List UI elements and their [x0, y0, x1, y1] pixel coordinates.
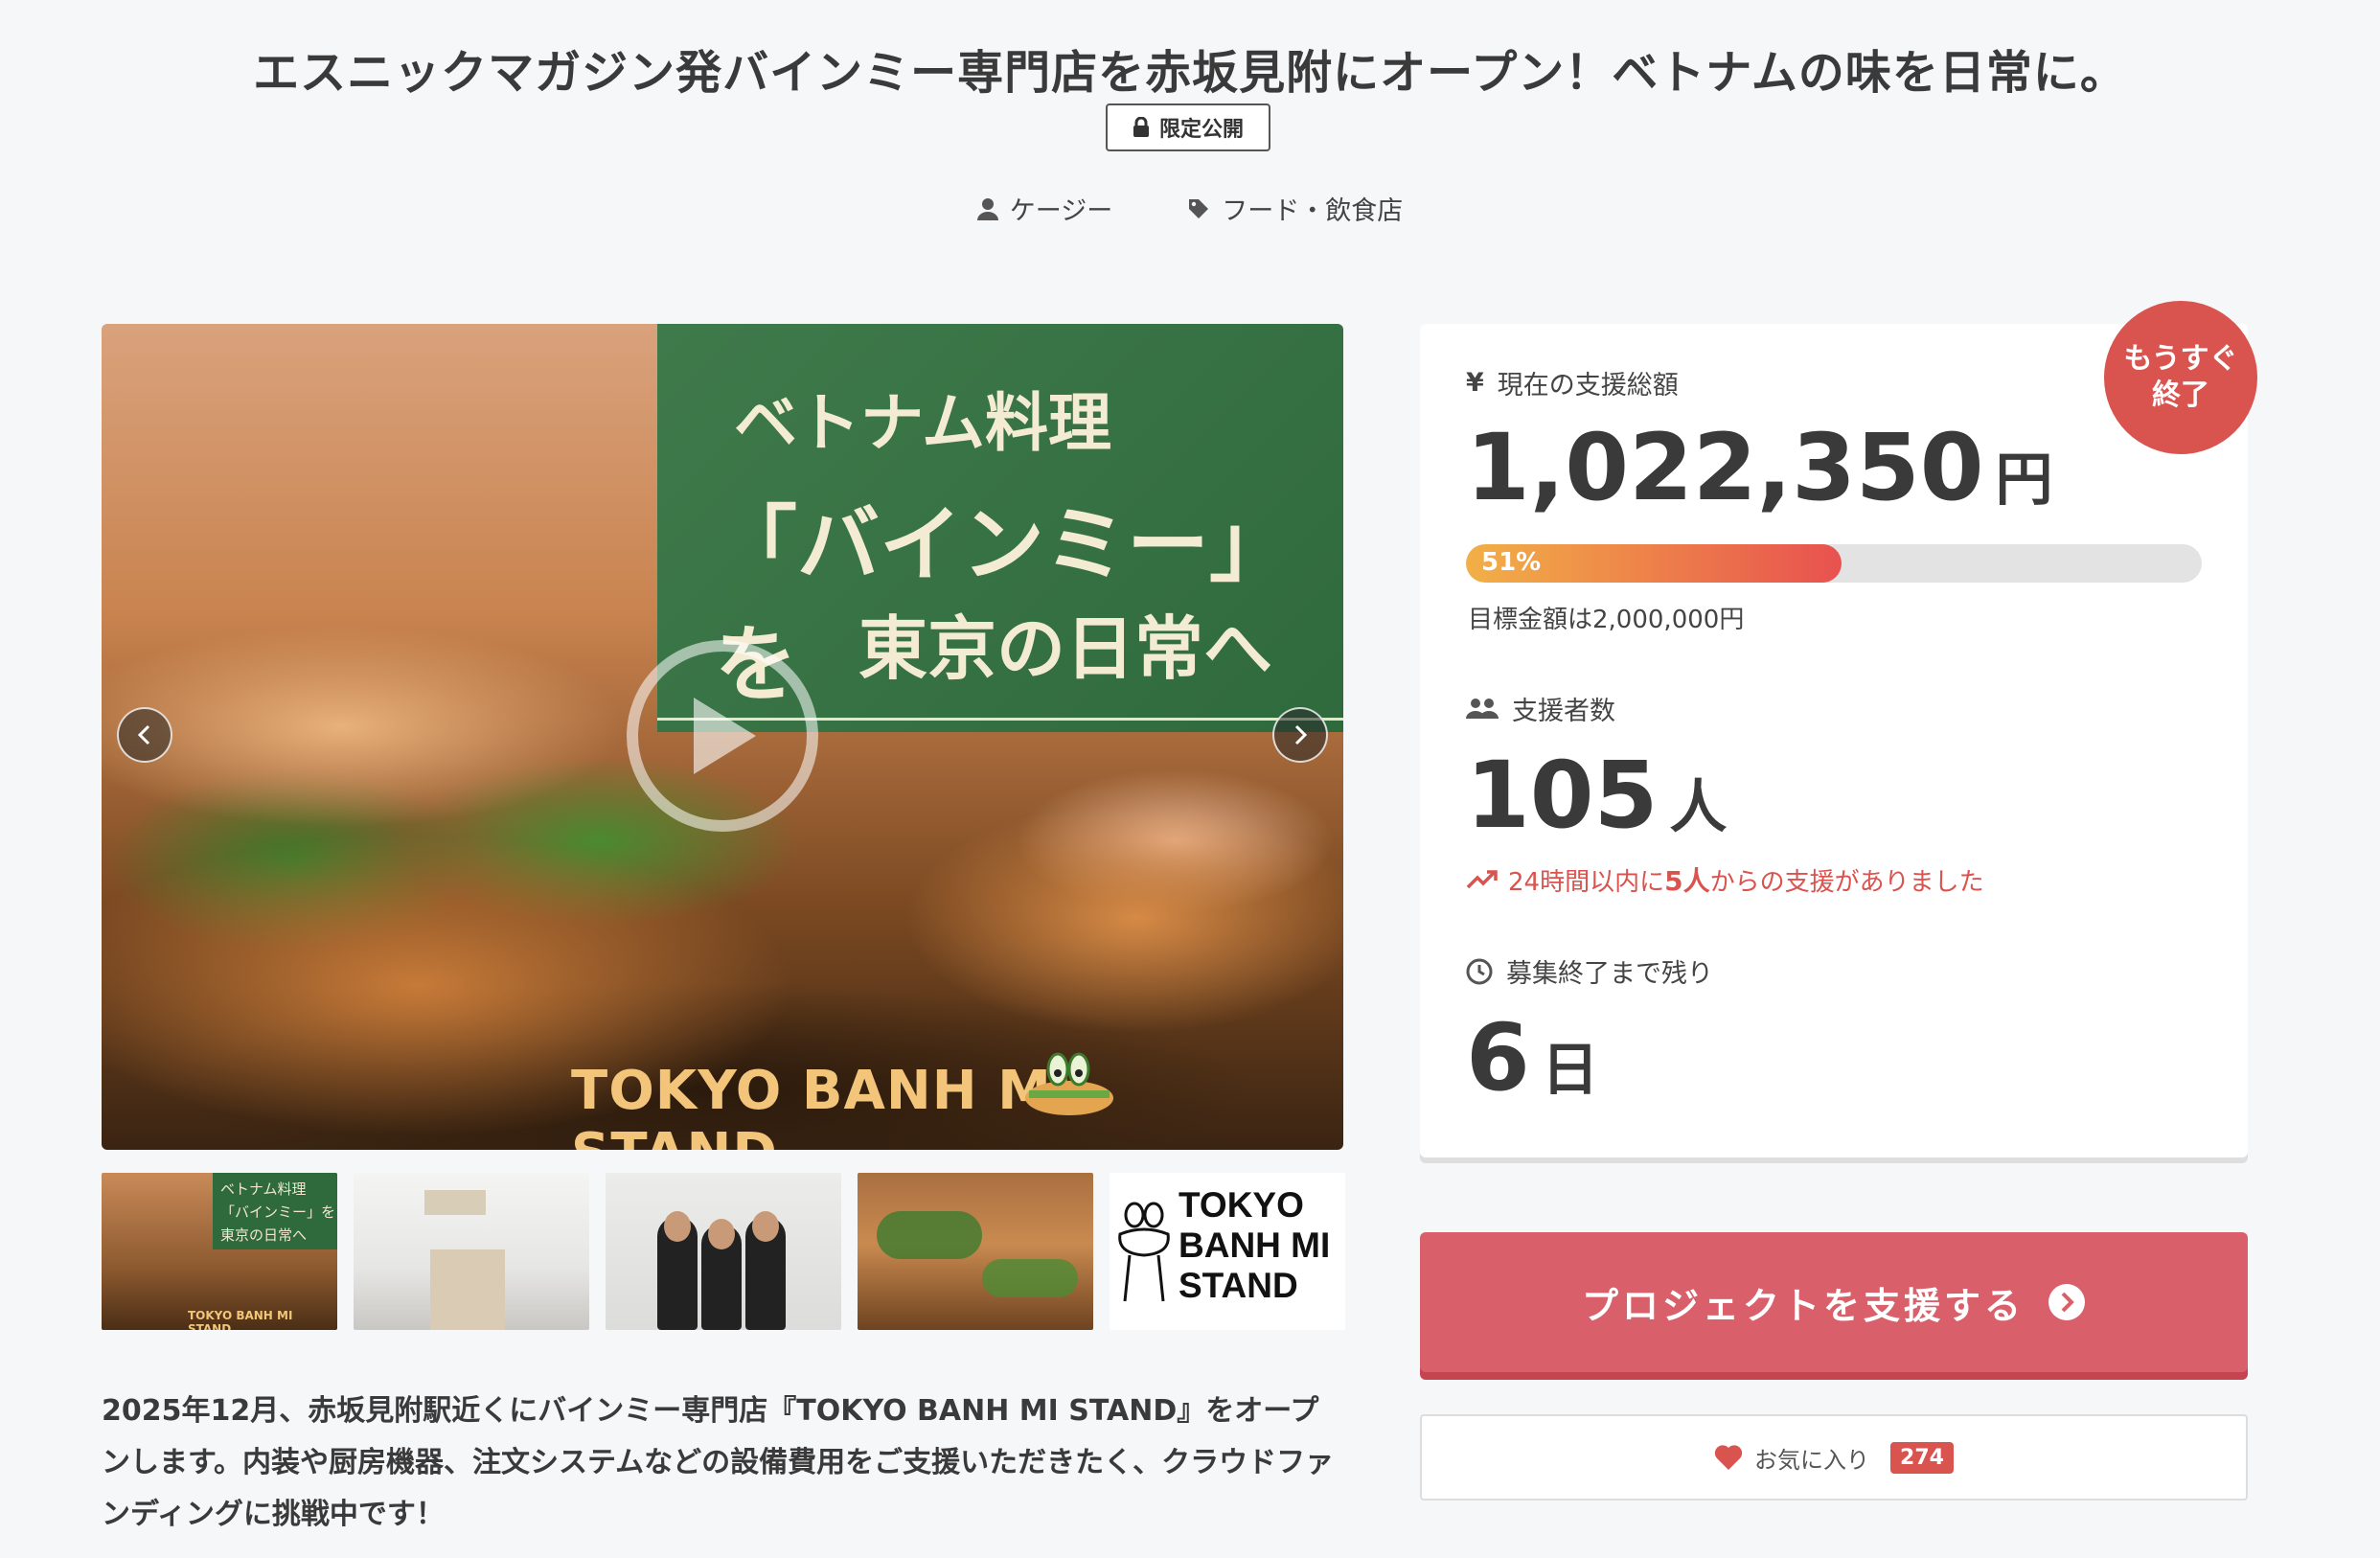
funding-progress-bar: 51% — [1466, 544, 2202, 583]
category-link[interactable]: フード・飲食店 — [1187, 190, 1403, 227]
logo-word-2: BANH MI — [1179, 1226, 1331, 1265]
remaining-days: 6 — [1466, 1004, 1530, 1111]
visual-headline-1: ベトナム料理 — [734, 385, 1112, 460]
thumbnail-3[interactable] — [606, 1173, 841, 1330]
visual-headline-3: 東京の日常へ — [858, 607, 1273, 689]
ending-soon-badge: もうすぐ 終了 — [2104, 301, 2257, 454]
chevron-left-icon — [137, 724, 150, 745]
play-icon — [694, 698, 756, 774]
mascot-outline-icon — [1118, 1202, 1170, 1302]
clock-icon — [1466, 958, 1493, 984]
thumb-headline-2: 「バインミー」を — [220, 1203, 336, 1221]
page-title: エスニックマガジン発バインミー専門店を赤坂見附にオープン！ベトナムの味を日常に。 — [253, 46, 2127, 100]
visual-brand: TOKYO BANH MI STAND — [571, 1060, 1343, 1150]
remaining-days-value: 6日 — [1466, 1004, 1599, 1111]
trend-prefix: 24時間以内に — [1508, 868, 1665, 897]
thumbnail-1[interactable]: ベトナム料理 「バインミー」を 東京の日常へ TOKYO BANH MI STA… — [102, 1173, 337, 1330]
total-amount-label: ¥ 現在の支援総額 — [1466, 364, 1679, 401]
thumbnail-4[interactable] — [858, 1173, 1093, 1330]
trend-count: 5人 — [1664, 865, 1710, 897]
play-video-button[interactable] — [627, 640, 818, 832]
remaining-label-text: 募集終了まで残り — [1506, 959, 1713, 989]
backers-value: 105 人 — [1466, 742, 1727, 849]
backers-label: 支援者数 — [1466, 690, 1615, 727]
users-icon — [1466, 698, 1499, 719]
thumb-brand: TOKYO BANH MI STAND — [188, 1309, 293, 1330]
limited-publication-badge: 限定公開 — [1106, 103, 1270, 151]
remaining-label: 募集終了まで残り — [1466, 952, 1713, 990]
main-visual[interactable]: ベトナム料理 「バインミー」を 東京の日常へ TOKYO BANH MI STA… — [102, 324, 1343, 1150]
goal-amount: 目標金額は2,000,000円 — [1468, 606, 1745, 634]
backers-count: 105 — [1466, 742, 1659, 849]
trending-up-icon — [1466, 870, 1498, 889]
previous-slide-button[interactable] — [117, 707, 172, 763]
visual-brand-name: TOKYO BANH MI — [571, 1060, 1073, 1122]
banh-mi-mascot-icon — [1025, 1052, 1113, 1115]
lock-icon — [1133, 117, 1149, 137]
heart-icon — [1714, 1445, 1743, 1470]
progress-percent: 51% — [1481, 548, 1542, 577]
author-name: ケージー — [1009, 196, 1113, 226]
support-project-button[interactable]: プロジェクトを支援する — [1420, 1232, 2248, 1372]
project-meta: ケージー フード・飲食店 — [0, 190, 2380, 227]
author-link[interactable]: ケージー — [976, 190, 1113, 227]
thumb-headline-3: 東京の日常へ — [220, 1226, 308, 1244]
user-icon — [976, 197, 998, 220]
category-name: フード・飲食店 — [1222, 196, 1404, 226]
support-button-label: プロジェクトを支援する — [1581, 1284, 2025, 1327]
thumbnail-2[interactable] — [354, 1173, 589, 1330]
project-description: 2025年12月、赤坂見附駅近くにバインミー専門店『TOKYO BANH MI … — [102, 1394, 1335, 1531]
favorite-count: 274 — [1890, 1441, 1954, 1474]
logo-word-1: TOKYO — [1179, 1185, 1304, 1225]
visual-brand-suffix: STAND — [571, 1122, 778, 1150]
trend-suffix: からの支援がありました — [1709, 868, 1984, 897]
chevron-right-icon — [1294, 724, 1308, 745]
limited-label: 限定公開 — [1158, 118, 1244, 142]
tag-icon — [1189, 198, 1209, 218]
favorite-label: お気に入り — [1754, 1446, 1870, 1474]
thumbnail-strip: ベトナム料理 「バインミー」を 東京の日常へ TOKYO BANH MI STA… — [102, 1173, 1345, 1330]
recent-support-notice: 24時間以内に5人からの支援がありました — [1466, 860, 1984, 899]
total-amount-number: 1,022,350 — [1466, 414, 1984, 521]
badge-line-1: もうすぐ — [2123, 342, 2238, 376]
total-amount-value: 1,022,350 円 — [1466, 414, 2053, 521]
badge-line-2: 終了 — [2152, 378, 2209, 412]
yen-unit: 円 — [1995, 447, 2053, 514]
total-label-text: 現在の支援総額 — [1497, 371, 1679, 401]
favorite-button[interactable]: お気に入り 274 — [1420, 1414, 2248, 1501]
days-unit: 日 — [1541, 1037, 1599, 1104]
backers-unit: 人 — [1669, 774, 1728, 841]
thumb-headline-1: ベトナム料理 — [220, 1180, 307, 1198]
arrow-circle-right-icon — [2048, 1284, 2085, 1320]
logo-word-3: STAND — [1179, 1266, 1298, 1305]
next-slide-button[interactable] — [1272, 707, 1328, 763]
backers-label-text: 支援者数 — [1512, 697, 1615, 726]
thumbnail-5[interactable]: TOKYO BANH MI STAND — [1110, 1173, 1345, 1330]
yen-icon: ¥ — [1466, 368, 1484, 398]
